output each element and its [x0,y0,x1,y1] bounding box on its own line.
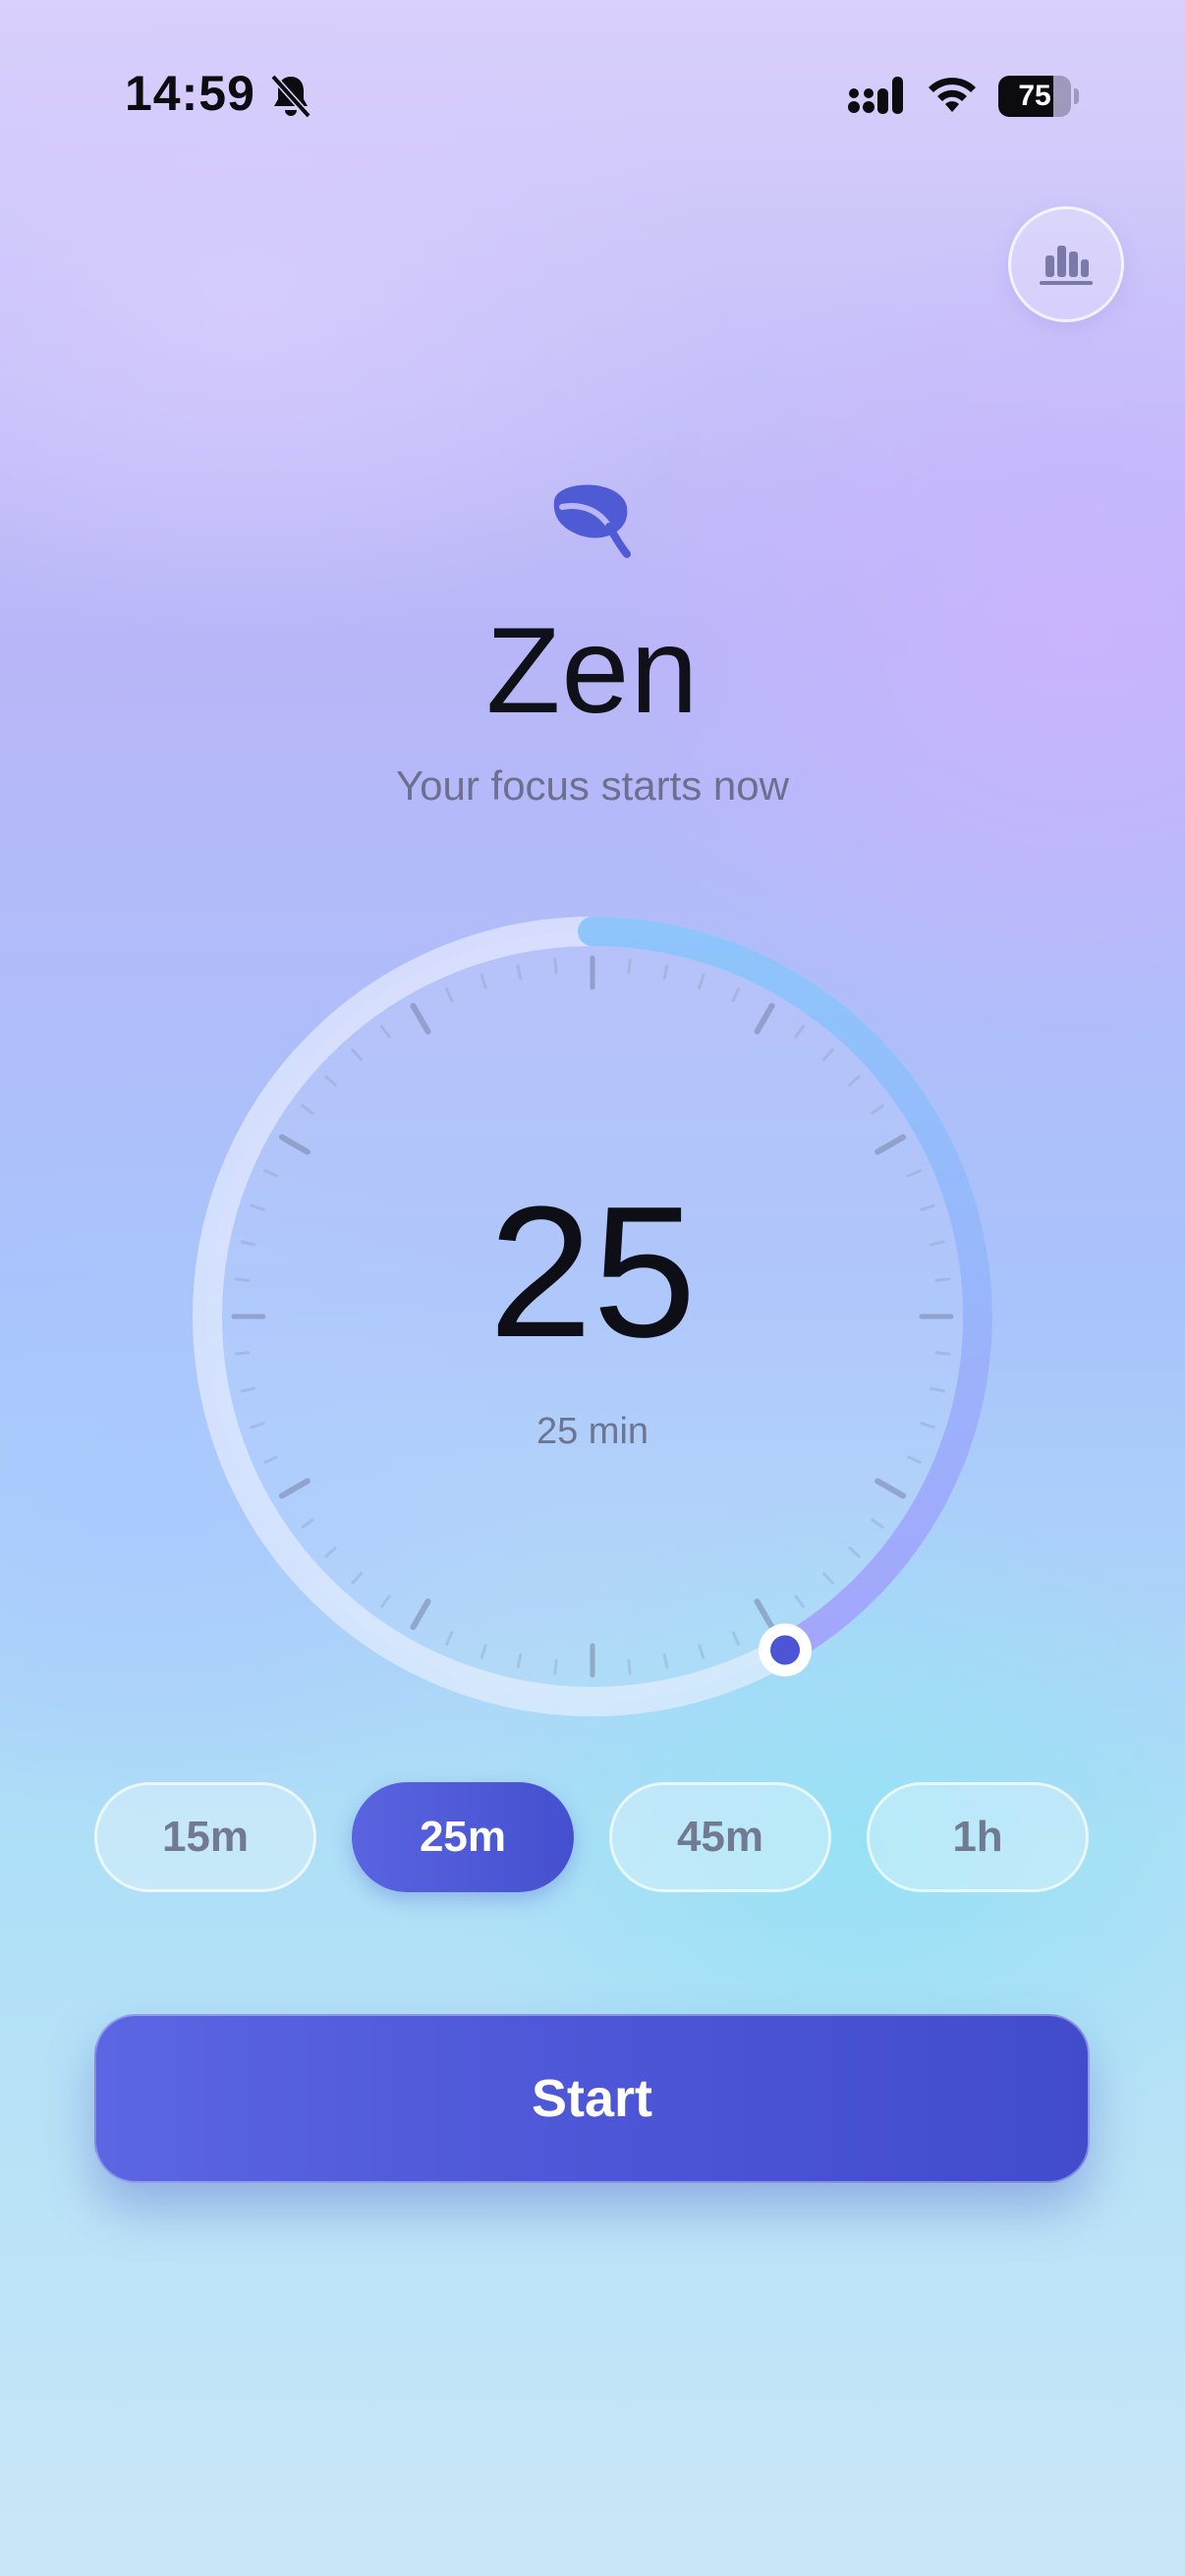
status-time: 14:59 [125,66,255,121]
preset-45m-button[interactable]: 45m [609,1782,831,1892]
wifi-icon [929,78,976,112]
minor-tick [553,1658,558,1675]
preset-15m-button[interactable]: 15m [94,1782,316,1892]
status-bar: 14:59 75 [0,0,1185,196]
bar-chart-icon [1040,246,1093,285]
minor-tick [627,1658,632,1675]
battery-indicator: 75 [998,76,1079,117]
cellular-signal-icon [848,77,903,114]
bell-slash-icon [270,74,311,119]
stats-button[interactable] [1008,206,1124,322]
dial-handle-dot [770,1635,800,1665]
start-button[interactable]: Start [94,2014,1090,2183]
minor-tick [553,958,558,975]
preset-1h-button[interactable]: 1h [867,1782,1089,1892]
battery-level: 75 [1018,80,1051,112]
timer-value: 25 [488,1168,697,1376]
preset-25m-button[interactable]: 25m [352,1782,574,1892]
timer-unit-label: 25 min [536,1411,649,1452]
app-subtitle: Your focus starts now [396,762,789,809]
app-title: Zen [485,603,700,739]
leaf-icon [553,484,631,558]
duration-presets: 15m 25m 45m 1h [94,1782,1091,1892]
minor-tick [627,958,632,975]
